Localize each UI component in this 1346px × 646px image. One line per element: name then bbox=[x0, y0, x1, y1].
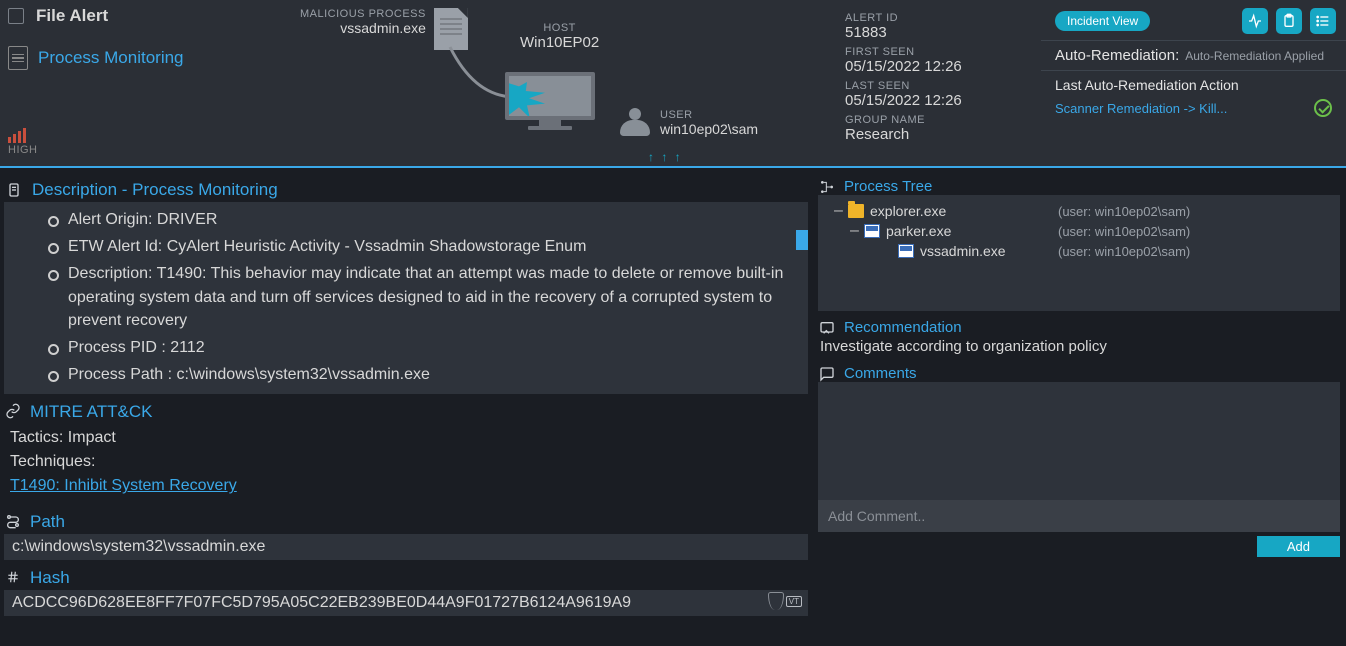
user-label: USER bbox=[660, 109, 758, 121]
comments-list bbox=[818, 382, 1340, 500]
comment-input[interactable] bbox=[818, 500, 1340, 532]
process-icon bbox=[864, 224, 880, 238]
user-value: win10ep02\sam bbox=[660, 121, 758, 137]
scroll-indicator[interactable] bbox=[796, 230, 808, 250]
page-subtitle[interactable]: Process Monitoring bbox=[38, 48, 184, 68]
path-value: c:\windows\system32\vssadmin.exe bbox=[4, 534, 808, 560]
host-label: HOST bbox=[520, 22, 599, 34]
body: Description - Process Monitoring Alert O… bbox=[0, 168, 1346, 646]
hash-icon bbox=[4, 570, 22, 587]
alert-id-value: 51883 bbox=[845, 24, 1033, 42]
tree-process-name: vssadmin.exe bbox=[920, 243, 1006, 259]
activity-icon[interactable] bbox=[1242, 8, 1268, 34]
body-left: Description - Process Monitoring Alert O… bbox=[0, 168, 816, 646]
first-seen-label: FIRST SEEN bbox=[845, 46, 1033, 58]
process-tree: – explorer.exe (user: win10ep02\sam) – p… bbox=[818, 195, 1340, 311]
malicious-process-label: MALICIOUS PROCESS bbox=[300, 8, 426, 20]
path-icon bbox=[4, 513, 22, 532]
last-seen-value: 05/15/2022 12:26 bbox=[845, 92, 1033, 110]
mitre-techniques-label: Techniques: bbox=[10, 450, 802, 474]
tree-toggle-icon[interactable]: – bbox=[834, 205, 848, 217]
tree-row[interactable]: vssadmin.exe (user: win10ep02\sam) bbox=[828, 241, 1330, 261]
recommendation-section: Recommendation Investigate according to … bbox=[818, 319, 1340, 357]
last-action-label: Last Auto-Remediation Action bbox=[1055, 77, 1332, 93]
clipboard-icon[interactable] bbox=[1276, 8, 1302, 34]
page-title: File Alert bbox=[36, 6, 108, 26]
tree-row[interactable]: – parker.exe (user: win10ep02\sam) bbox=[828, 221, 1330, 241]
link-icon bbox=[4, 403, 22, 422]
shield-icon[interactable] bbox=[768, 592, 784, 610]
description-section: Description - Process Monitoring Alert O… bbox=[4, 178, 808, 394]
comments-title: Comments bbox=[844, 365, 917, 382]
header-actions: Incident View Auto-Remediation: Auto-Rem… bbox=[1041, 0, 1346, 166]
mitre-tactics: Tactics: Impact bbox=[10, 426, 802, 450]
incident-view-button[interactable]: Incident View bbox=[1055, 11, 1150, 31]
severity-bars-icon bbox=[8, 127, 26, 143]
user-icon bbox=[620, 108, 650, 138]
group-label: GROUP NAME bbox=[845, 114, 1033, 126]
mitre-technique-link[interactable]: T1490: Inhibit System Recovery bbox=[10, 477, 237, 494]
severity-label: HIGH bbox=[8, 144, 38, 156]
tree-user: (user: win10ep02\sam) bbox=[1058, 244, 1190, 259]
comments-section: Comments Add bbox=[818, 365, 1340, 557]
severity-indicator: HIGH bbox=[8, 127, 190, 156]
first-seen-value: 05/15/2022 12:26 bbox=[845, 58, 1033, 76]
list-item: Process PID : 2112 bbox=[44, 334, 804, 361]
path-title: Path bbox=[30, 512, 65, 532]
host-value: Win10EP02 bbox=[520, 34, 599, 51]
success-icon bbox=[1314, 99, 1332, 117]
hash-value: ACDCC96D628EE8FF7F07FC5D795A05C22EB239BE… bbox=[12, 594, 631, 612]
malicious-process-value: vssadmin.exe bbox=[300, 20, 426, 36]
last-action-link[interactable]: Scanner Remediation -> Kill... bbox=[1055, 101, 1227, 116]
alert-id-label: ALERT ID bbox=[845, 12, 1033, 24]
header: File Alert Process Monitoring HIGH MALIC… bbox=[0, 0, 1346, 168]
tree-icon bbox=[818, 179, 836, 195]
description-list: Alert Origin: DRIVER ETW Alert Id: CyAle… bbox=[14, 206, 804, 388]
tree-toggle-icon[interactable]: – bbox=[850, 225, 864, 237]
comments-icon bbox=[818, 366, 836, 382]
recommendation-icon bbox=[818, 320, 836, 336]
recommendation-text: Investigate according to organization po… bbox=[818, 336, 1340, 357]
hash-section: Hash ACDCC96D628EE8FF7F07FC5D795A05C22EB… bbox=[4, 566, 808, 616]
info-icon bbox=[4, 180, 24, 200]
host-icon[interactable] bbox=[505, 72, 595, 132]
virustotal-button[interactable]: VT bbox=[786, 596, 802, 607]
header-graph: MALICIOUS PROCESS vssadmin.exe HOST Win1… bbox=[200, 0, 841, 166]
recommendation-title: Recommendation bbox=[844, 319, 962, 336]
list-item: ETW Alert Id: CyAlert Heuristic Activity… bbox=[44, 233, 804, 260]
add-comment-button[interactable]: Add bbox=[1257, 536, 1340, 557]
list-icon[interactable] bbox=[1310, 8, 1336, 34]
list-item: Alert Origin: DRIVER bbox=[44, 206, 804, 233]
path-section: Path c:\windows\system32\vssadmin.exe bbox=[4, 510, 808, 560]
header-meta: ALERT ID 51883 FIRST SEEN 05/15/2022 12:… bbox=[841, 0, 1041, 166]
collapse-arrows-icon[interactable]: ↑ ↑ ↑ bbox=[648, 150, 683, 164]
auto-remediation-value: Auto-Remediation Applied bbox=[1185, 49, 1324, 63]
description-title: Description - Process Monitoring bbox=[32, 180, 278, 200]
list-item: Process Path : c:\windows\system32\vssad… bbox=[44, 361, 804, 388]
list-item: Description: T1490: This behavior may in… bbox=[44, 260, 804, 334]
folder-icon bbox=[848, 204, 864, 218]
auto-remediation-label: Auto-Remediation: bbox=[1055, 47, 1179, 64]
mitre-title: MITRE ATT&CK bbox=[30, 402, 152, 422]
tree-user: (user: win10ep02\sam) bbox=[1058, 204, 1190, 219]
mitre-section: MITRE ATT&CK Tactics: Impact Techniques:… bbox=[4, 400, 808, 504]
tree-process-name: parker.exe bbox=[886, 223, 951, 239]
tree-process-name: explorer.exe bbox=[870, 203, 946, 219]
tree-user: (user: win10ep02\sam) bbox=[1058, 224, 1190, 239]
body-right: Process Tree – explorer.exe (user: win10… bbox=[816, 168, 1346, 646]
hash-title: Hash bbox=[30, 568, 70, 588]
document-icon bbox=[8, 46, 28, 70]
header-left: File Alert Process Monitoring HIGH bbox=[0, 0, 200, 166]
process-tree-title: Process Tree bbox=[844, 178, 932, 195]
group-value: Research bbox=[845, 126, 1033, 144]
process-icon bbox=[898, 244, 914, 258]
last-seen-label: LAST SEEN bbox=[845, 80, 1033, 92]
alert-checkbox[interactable] bbox=[8, 8, 24, 24]
process-tree-section: Process Tree – explorer.exe (user: win10… bbox=[818, 178, 1340, 311]
tree-row[interactable]: – explorer.exe (user: win10ep02\sam) bbox=[828, 201, 1330, 221]
